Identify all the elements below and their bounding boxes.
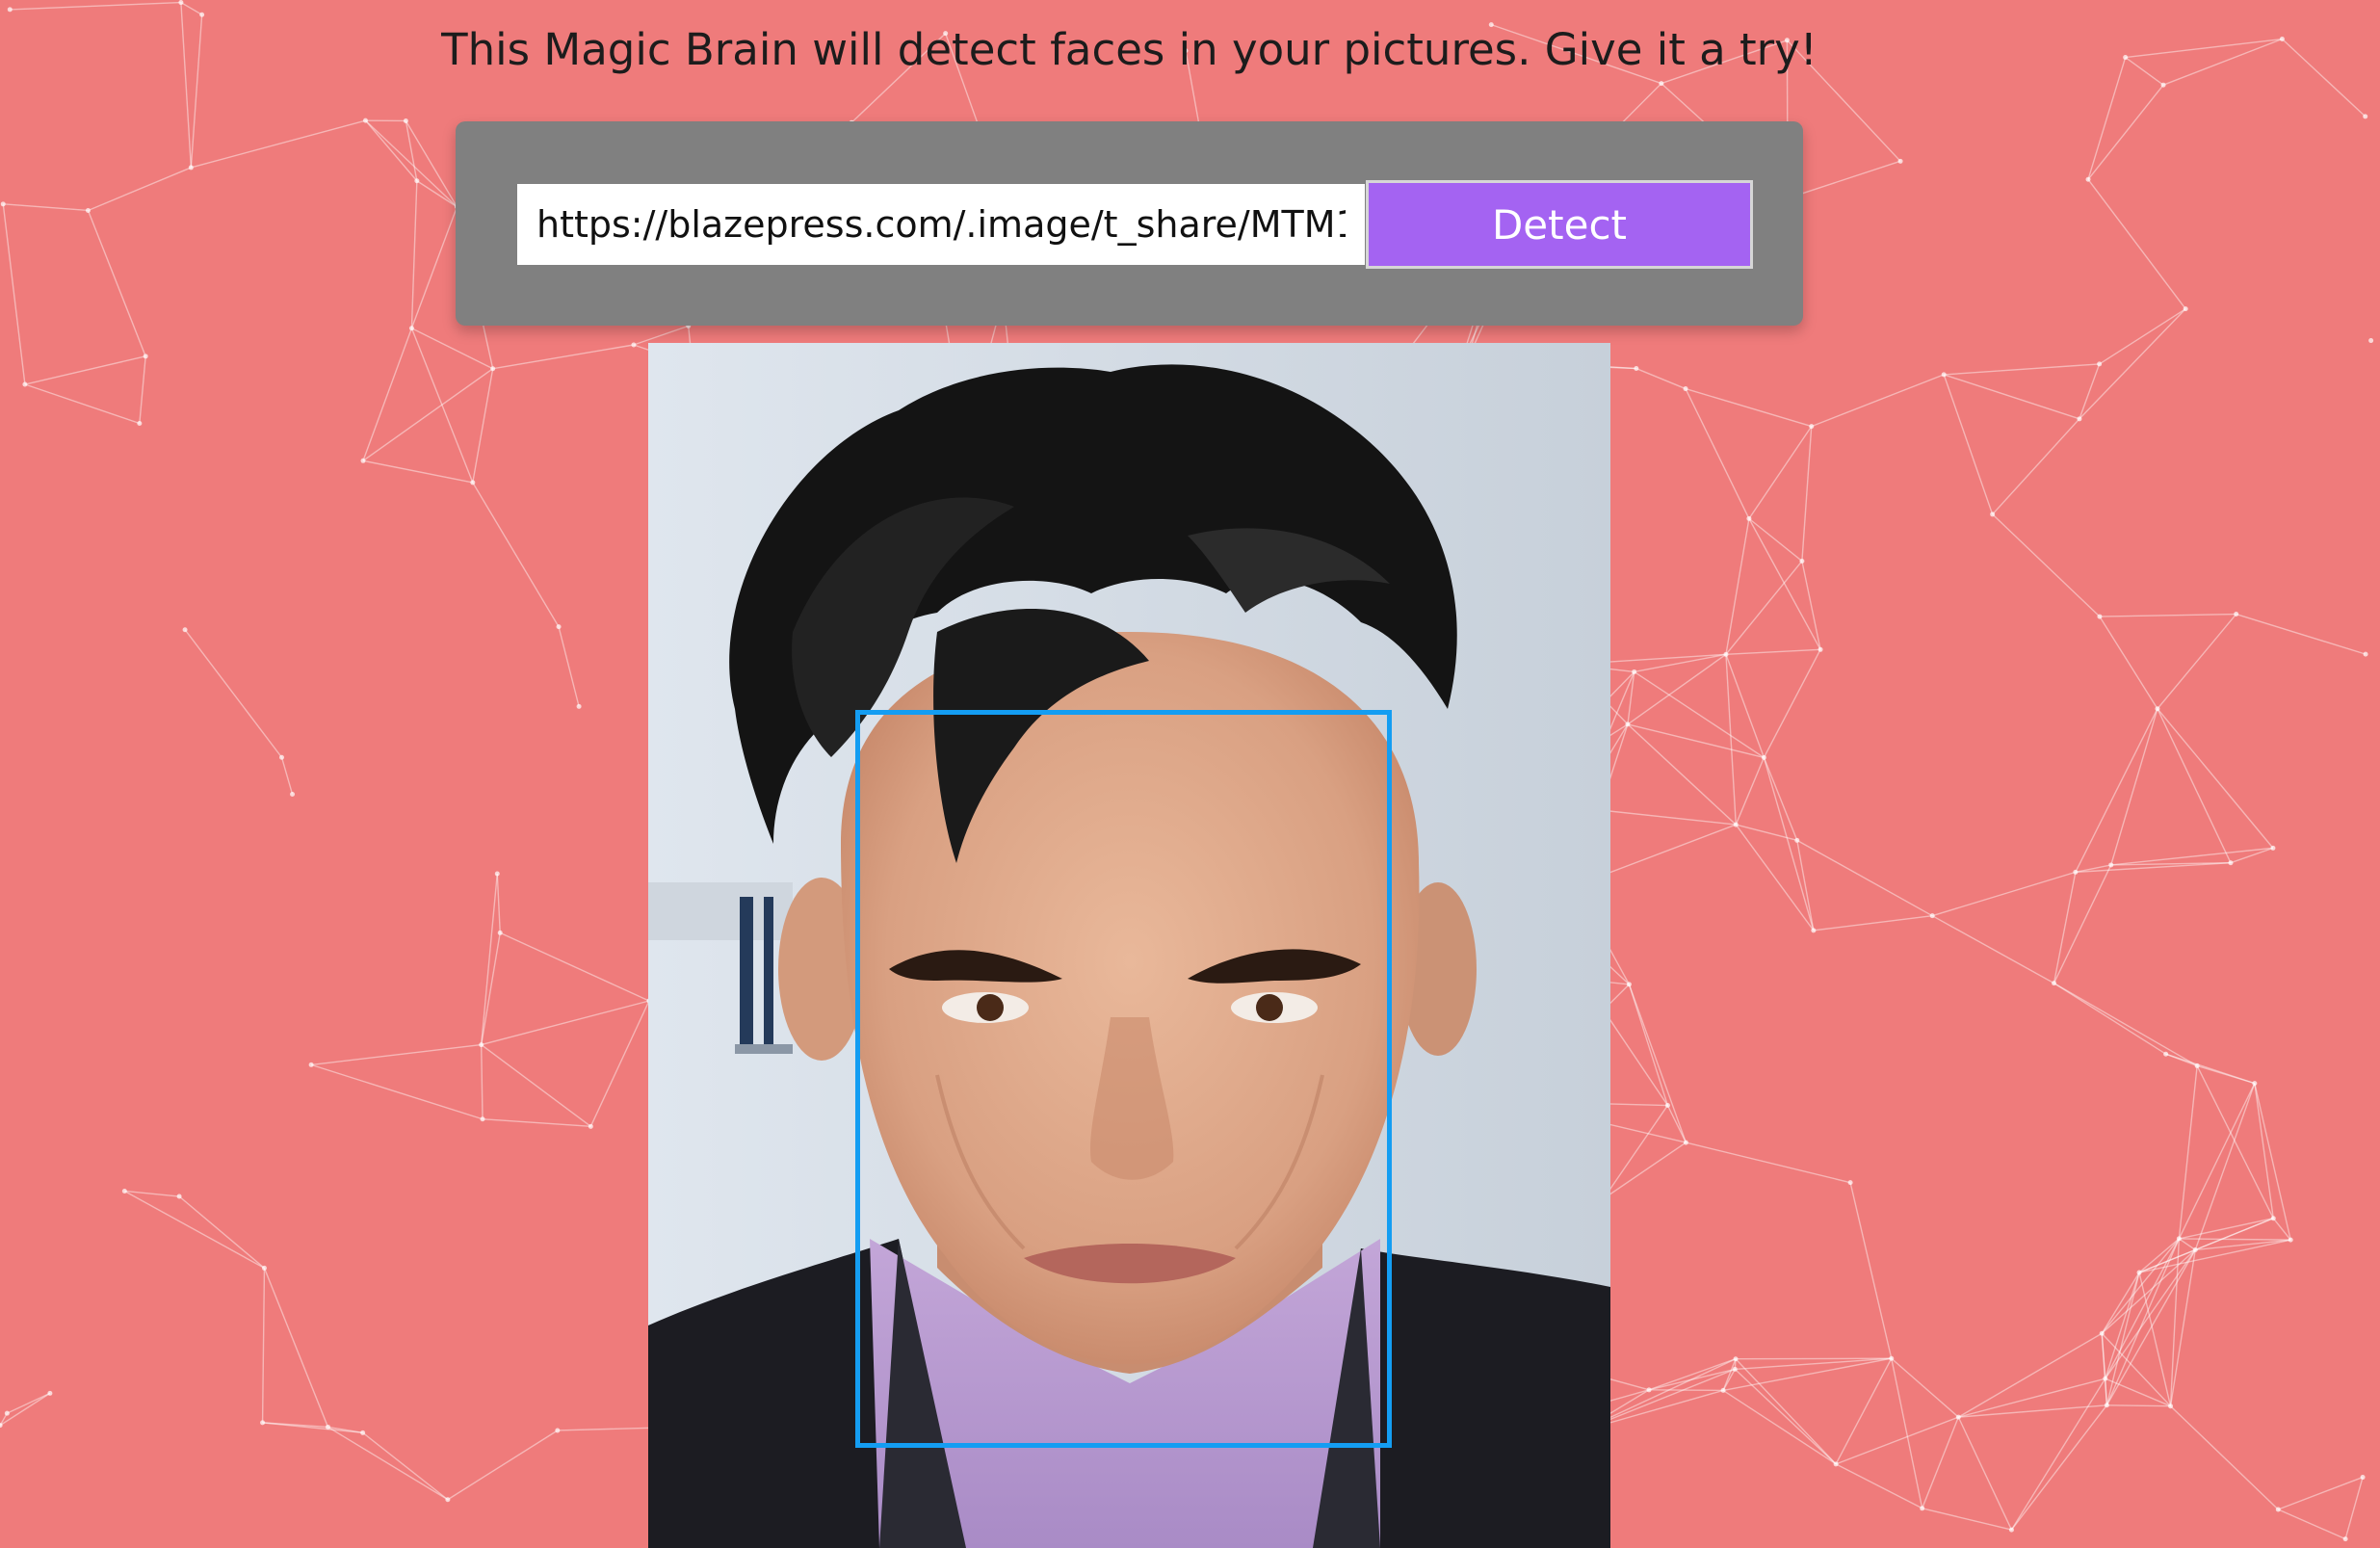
image-url-form: Detect bbox=[456, 121, 1803, 326]
face-bounding-box bbox=[855, 710, 1392, 1448]
detect-button[interactable]: Detect bbox=[1366, 180, 1753, 269]
tagline: This Magic Brain will detect faces in yo… bbox=[441, 24, 1818, 75]
image-url-input[interactable] bbox=[517, 184, 1365, 265]
